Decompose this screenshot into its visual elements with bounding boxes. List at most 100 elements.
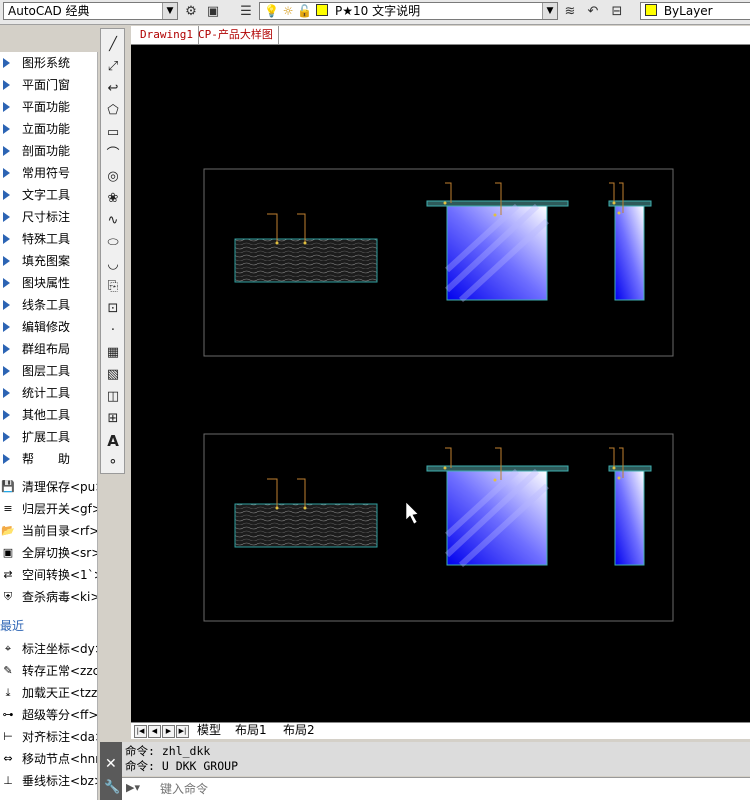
construction-line-icon[interactable]: ⤢ [103,57,123,77]
side-menu-label: 线条工具 [22,298,71,312]
color-dropdown[interactable]: ByLayer [640,2,750,20]
folder-icon: 📂 [1,524,15,537]
side-menu-label: 其他工具 [22,408,71,422]
side-menu-label: 统计工具 [22,386,71,400]
perpendicular-icon: ⊥ [3,774,13,787]
side-menu-item[interactable]: 编辑修改 [0,316,97,338]
line-icon[interactable]: ╱ [103,35,123,55]
insert-block-icon[interactable]: ⎘ [103,277,123,297]
workspace-settings-icon[interactable]: ▣ [204,3,222,21]
rectangle-icon[interactable]: ▭ [103,123,123,143]
recent-menu-item[interactable]: ⊶ 超级等分<ff> [0,704,98,726]
recent-menu-item[interactable]: ⇔ 移动节点<hnn [0,748,97,770]
side-menu-item[interactable]: 统计工具 [0,382,97,404]
lock-icon: 🔓 [297,4,313,18]
side-menu-item[interactable]: 群组布局 [0,338,97,360]
recent-menu-item[interactable]: ⤓ 加载天正<tzz [0,682,97,704]
space-switch-icon: ⇄ [3,568,13,581]
recent-menu-item[interactable]: ⊢ 对齐标注<da> [0,726,97,748]
command-input-bar: ▶▾ [122,777,750,800]
arc-icon[interactable]: ⌒ [103,145,123,165]
command-input[interactable] [158,780,742,798]
add-selected-icon[interactable]: ⚬ [103,453,123,473]
tab-drawing1[interactable]: Drawing1 [135,26,199,44]
layer-match-icon[interactable]: ⊟ [608,3,626,21]
fullscreen-icon: ▣ [2,546,14,559]
side-menu-item[interactable]: 文字工具 [0,184,97,206]
close-icon[interactable]: ✕ [105,756,117,772]
side-menu-item[interactable]: 图块属性 [0,272,97,294]
first-tab-icon[interactable]: |◀ [134,725,147,738]
next-tab-icon[interactable]: ▶ [162,725,175,738]
command-menu-item[interactable]: ⇄ 空间转换<1`> [0,564,97,586]
side-menu-item[interactable]: 图层工具 [0,360,97,382]
polyline-icon[interactable]: ↩ [103,79,123,99]
tab-layout2[interactable]: 布局2 [283,723,315,738]
triangle-right-icon [3,256,10,266]
triangle-right-icon [3,190,10,200]
layer-state-dropdown[interactable]: 💡 ☼ 🔓 P★10 文字说明 ▼ [259,2,558,20]
gradient-icon[interactable]: ▧ [103,365,123,385]
command-menu-label: 归层开关<gf> [22,502,97,516]
recent-menu-label: 超级等分<ff> [22,708,97,722]
tab-model[interactable]: 模型 [197,723,221,738]
side-menu-item[interactable]: 其他工具 [0,404,97,426]
side-menu-item[interactable]: 特殊工具 [0,228,97,250]
command-menu-label: 当前目录<rf> [22,524,97,538]
prev-tab-icon[interactable]: ◀ [148,725,161,738]
sun-icon: ☼ [282,4,294,18]
workspace-dropdown[interactable]: AutoCAD 经典 ▼ [3,2,178,20]
recent-menu-item[interactable]: ✎ 转存正常<zzc [0,660,97,682]
side-menu-item[interactable]: 剖面功能 [0,140,97,162]
tab-layout1[interactable]: 布局1 [235,723,267,738]
drawing-canvas[interactable] [131,45,750,722]
side-menu-item[interactable]: 立面功能 [0,118,97,140]
triangle-right-icon [3,58,10,68]
recent-menu-label: 转存正常<zzc [22,664,97,678]
layers-icon: ≡ [3,502,13,515]
command-prompt-icon[interactable]: ▶▾ [126,781,140,794]
recent-menu-item[interactable]: ⊥ 垂线标注<bz> [0,770,97,792]
command-menu-item[interactable]: 💾 清理保存<pu> [0,476,97,498]
side-menu-item[interactable]: 图形系统 [0,52,97,74]
side-menu-item[interactable]: 平面门窗 [0,74,97,96]
command-menu-item[interactable]: 📂 当前目录<rf> [0,520,97,542]
revision-cloud-icon[interactable]: ❀ [103,189,123,209]
wrench-icon[interactable]: 🔧 [104,780,120,795]
gear-icon[interactable]: ⚙ [182,3,200,21]
command-menu-item[interactable]: ≡ 归层开关<gf> [0,498,97,520]
triangle-right-icon [3,168,10,178]
table-icon[interactable]: ⊞ [103,409,123,429]
command-menu-label: 空间转换<1`> [22,568,97,582]
spline-icon[interactable]: ∿ [103,211,123,231]
command-menu-item[interactable]: ⛨ 查杀病毒<ki> [0,586,97,608]
side-menu-item[interactable]: 尺寸标注 [0,206,97,228]
layer-previous-icon[interactable]: ↶ [584,3,602,21]
make-current-layer-icon[interactable]: ≋ [561,3,579,21]
triangle-right-icon [3,278,10,288]
side-menu-item[interactable]: 常用符号 [0,162,97,184]
side-menu-label: 编辑修改 [22,320,71,334]
polygon-icon[interactable]: ⬠ [103,101,123,121]
ellipse-icon[interactable]: ⬭ [103,233,123,253]
text-icon[interactable]: A [103,431,123,451]
region-icon[interactable]: ◫ [103,387,123,407]
side-menu-label: 特殊工具 [22,232,71,246]
side-menu-item[interactable]: 平面功能 [0,96,97,118]
side-menu-item[interactable]: 帮 助 [0,448,97,470]
layer-manager-icon[interactable]: ☰ [237,3,255,21]
last-tab-icon[interactable]: ▶| [176,725,189,738]
cursor-icon [405,501,419,525]
recent-menu-item[interactable]: ⌖ 标注坐标<dy> [0,638,97,660]
hatch-icon[interactable]: ▦ [103,343,123,363]
circle-icon[interactable]: ◎ [103,167,123,187]
ellipse-arc-icon[interactable]: ◡ [103,255,123,275]
command-menu-item[interactable]: ▣ 全屏切换<sr> [0,542,97,564]
side-menu-label: 图形系统 [22,56,71,70]
side-menu-item[interactable]: 扩展工具 [0,426,97,448]
make-block-icon[interactable]: ⊡ [103,299,123,319]
side-menu-item[interactable]: 填充图案 [0,250,97,272]
point-icon[interactable]: · [103,321,123,341]
tab-product-detail[interactable]: CP-产品大样图 [193,26,279,44]
side-menu-item[interactable]: 线条工具 [0,294,97,316]
